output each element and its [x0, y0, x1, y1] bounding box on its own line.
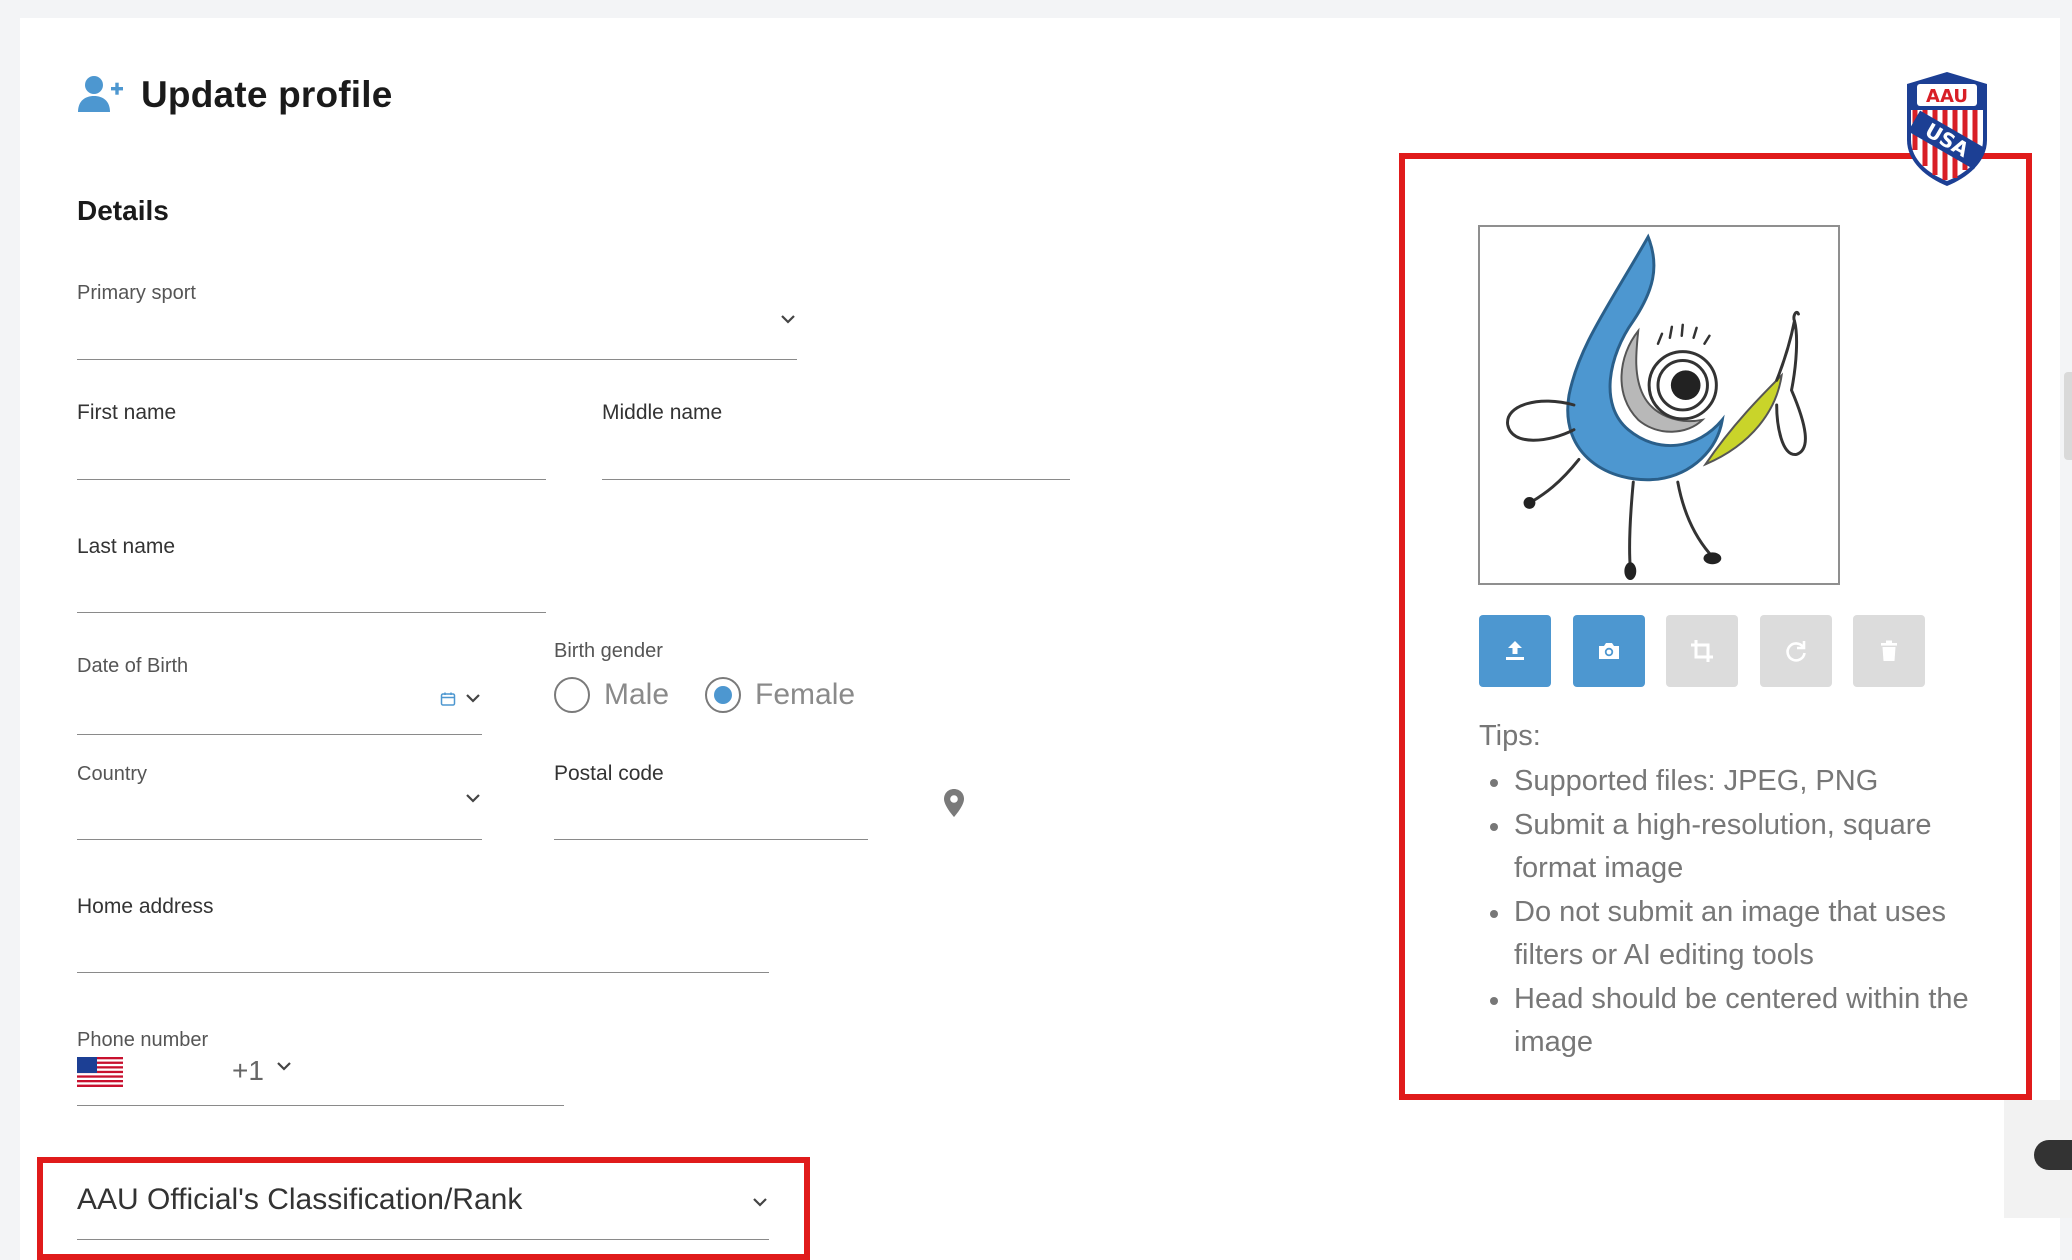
user-plus-icon — [77, 75, 123, 115]
logo-aau-text: AAU — [1926, 86, 1968, 107]
primary-sport-select[interactable] — [77, 300, 797, 360]
list-item: Supported files: JPEG, PNG — [1488, 760, 1988, 804]
radio-unchecked-icon[interactable] — [554, 677, 590, 713]
crop-button[interactable] — [1666, 615, 1738, 687]
last-name-field[interactable] — [77, 553, 546, 613]
camera-icon — [1595, 637, 1623, 665]
upload-icon — [1501, 637, 1529, 665]
radio-checked-icon[interactable] — [705, 677, 742, 713]
gender-male-label: Male — [604, 678, 670, 711]
birth-gender-label: Birth gender — [554, 640, 663, 662]
postal-code-field[interactable] — [554, 780, 868, 840]
scroll-handle[interactable] — [2064, 372, 2072, 460]
tips-list: Supported files: JPEG, PNG Submit a high… — [1488, 760, 1988, 1065]
details-heading: Details — [77, 195, 169, 226]
location-pin-icon[interactable] — [942, 788, 966, 818]
first-name-field[interactable] — [77, 420, 546, 480]
chevron-down-icon[interactable] — [778, 309, 798, 329]
gender-male-radio[interactable]: Male — [554, 677, 669, 713]
calendar-icon[interactable] — [440, 691, 456, 707]
phone-country-select[interactable] — [77, 1046, 293, 1106]
trash-icon — [1875, 637, 1903, 665]
aau-usa-logo: AAU USA — [1895, 70, 2000, 188]
middle-name-field[interactable] — [602, 420, 1070, 480]
profile-photo — [1478, 225, 1840, 585]
upload-button[interactable] — [1479, 615, 1551, 687]
gender-female-radio[interactable]: Female — [705, 677, 855, 713]
camera-button[interactable] — [1573, 615, 1645, 687]
classification-select[interactable] — [77, 1180, 769, 1240]
delete-button[interactable] — [1853, 615, 1925, 687]
country-select[interactable] — [77, 780, 482, 840]
home-address-field[interactable] — [77, 913, 769, 973]
birth-gender-group: Male Female — [554, 677, 855, 713]
rotate-button[interactable] — [1760, 615, 1832, 687]
chevron-down-icon[interactable] — [463, 688, 483, 708]
chevron-down-icon[interactable] — [750, 1192, 770, 1212]
date-of-birth-field[interactable] — [77, 675, 482, 735]
page-header: Update profile — [77, 74, 393, 116]
crop-icon — [1688, 637, 1716, 665]
list-item: Do not submit an image that uses filters… — [1488, 891, 1988, 978]
list-item: Submit a high-resolution, square format … — [1488, 804, 1988, 891]
rotate-icon — [1782, 637, 1810, 665]
list-item: Head should be centered within the image — [1488, 978, 1988, 1065]
gender-female-label: Female — [755, 678, 856, 711]
phone-number-field[interactable] — [293, 1046, 564, 1106]
chat-toggle[interactable] — [2034, 1140, 2072, 1170]
chevron-down-icon[interactable] — [463, 788, 483, 808]
page-title: Update profile — [141, 74, 393, 115]
chat-widget[interactable] — [2004, 1100, 2072, 1218]
tips-heading: Tips: — [1479, 720, 1541, 752]
